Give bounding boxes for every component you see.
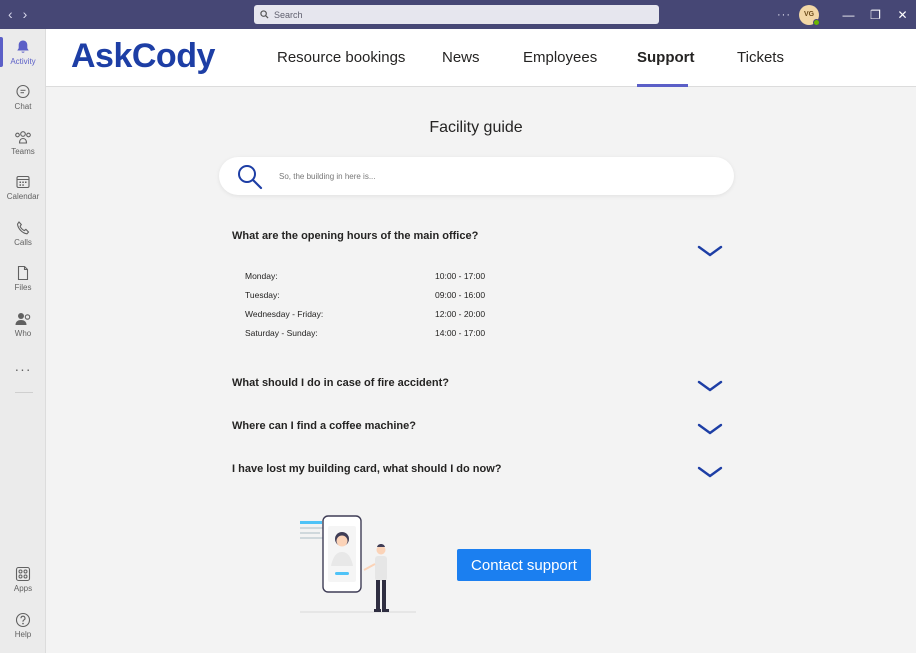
more-options-icon[interactable]: ··· <box>777 9 791 21</box>
phone-icon <box>16 220 30 234</box>
hours-day: Monday: <box>245 271 278 281</box>
history-nav: ‹ › <box>8 7 27 21</box>
teams-search-input[interactable]: Search <box>254 5 659 24</box>
askcody-logo[interactable]: AskCody <box>71 37 215 76</box>
rail-item-calendar[interactable]: Calendar <box>0 166 46 208</box>
search-icon <box>238 165 263 190</box>
rail-item-who[interactable]: Who <box>0 303 46 345</box>
hours-day: Saturday - Sunday: <box>245 328 318 338</box>
minimize-button[interactable]: — <box>835 0 862 29</box>
help-icon <box>15 612 31 627</box>
hours-time: 14:00 - 17:00 <box>435 328 486 338</box>
hours-time: 12:00 - 20:00 <box>435 309 486 319</box>
tab-tickets[interactable]: Tickets <box>737 49 784 66</box>
rail-item-activity[interactable]: Activity <box>0 31 46 73</box>
apps-icon <box>15 566 31 581</box>
hours-time: 10:00 - 17:00 <box>435 271 486 281</box>
search-placeholder: Search <box>274 9 303 20</box>
people-icon <box>15 312 31 325</box>
teams-icon <box>15 130 31 144</box>
faq-question[interactable]: I have lost my building card, what shoul… <box>232 463 502 475</box>
facility-search <box>219 157 734 195</box>
rail-label: Who <box>14 328 32 338</box>
rail-item-help[interactable]: Help <box>0 604 46 646</box>
faq-question[interactable]: Where can I find a coffee machine? <box>232 420 416 432</box>
rail-item-teams[interactable]: Teams <box>0 121 46 163</box>
rail-item-apps[interactable]: Apps <box>0 558 46 600</box>
title-bar: ‹ › Search ··· VG — ❐ ✕ <box>0 0 916 29</box>
forward-arrow-icon[interactable]: › <box>23 7 28 21</box>
faq-question[interactable]: What are the opening hours of the main o… <box>232 230 478 242</box>
presence-status-icon <box>813 18 820 26</box>
app-rail: Activity Chat Teams Calendar Calls Files… <box>0 29 46 653</box>
rail-label: Help <box>14 629 32 639</box>
rail-label: Calls <box>14 237 32 247</box>
rail-label: Activity <box>10 56 36 66</box>
rail-label: Apps <box>13 583 33 593</box>
app-header: AskCody Resource bookings News Employees… <box>46 29 916 87</box>
contact-support-button[interactable]: Contact support <box>457 549 591 581</box>
chevron-down-icon[interactable] <box>697 380 723 392</box>
rail-label: Chat <box>14 101 32 111</box>
rail-label: Teams <box>11 146 35 156</box>
back-arrow-icon[interactable]: ‹ <box>8 7 13 21</box>
tab-support[interactable]: Support <box>637 49 695 66</box>
avatar[interactable]: VG <box>799 4 820 26</box>
rail-more-button[interactable]: ··· <box>0 348 46 390</box>
tab-employees[interactable]: Employees <box>523 49 597 66</box>
rail-divider <box>15 392 33 393</box>
support-illustration <box>300 515 416 613</box>
tab-resource-bookings[interactable]: Resource bookings <box>277 49 405 66</box>
chat-icon <box>16 84 30 98</box>
tab-news[interactable]: News <box>442 49 480 66</box>
more-apps-icon: ··· <box>14 361 32 377</box>
rail-item-chat[interactable]: Chat <box>0 76 46 118</box>
bell-icon <box>17 40 29 53</box>
search-icon <box>260 10 269 19</box>
hours-time: 09:00 - 16:00 <box>435 290 486 300</box>
facility-search-input[interactable] <box>279 167 699 185</box>
rail-label: Calendar <box>6 191 40 201</box>
chevron-down-icon[interactable] <box>697 466 723 478</box>
close-button[interactable]: ✕ <box>889 0 916 29</box>
avatar-initials: VG <box>803 11 815 18</box>
page-title: Facility guide <box>429 119 523 136</box>
chevron-down-icon[interactable] <box>697 423 723 435</box>
calendar-icon <box>16 175 30 188</box>
chevron-down-icon[interactable] <box>697 245 723 257</box>
rail-item-calls[interactable]: Calls <box>0 212 46 254</box>
rail-item-files[interactable]: Files <box>0 257 46 299</box>
hours-day: Wednesday - Friday: <box>245 309 324 319</box>
active-tab-indicator <box>637 84 688 87</box>
rail-label: Files <box>14 282 32 292</box>
faq-question[interactable]: What should I do in case of fire acciden… <box>232 377 449 389</box>
file-icon <box>17 265 29 280</box>
hours-day: Tuesday: <box>245 290 280 300</box>
maximize-button[interactable]: ❐ <box>862 0 889 29</box>
